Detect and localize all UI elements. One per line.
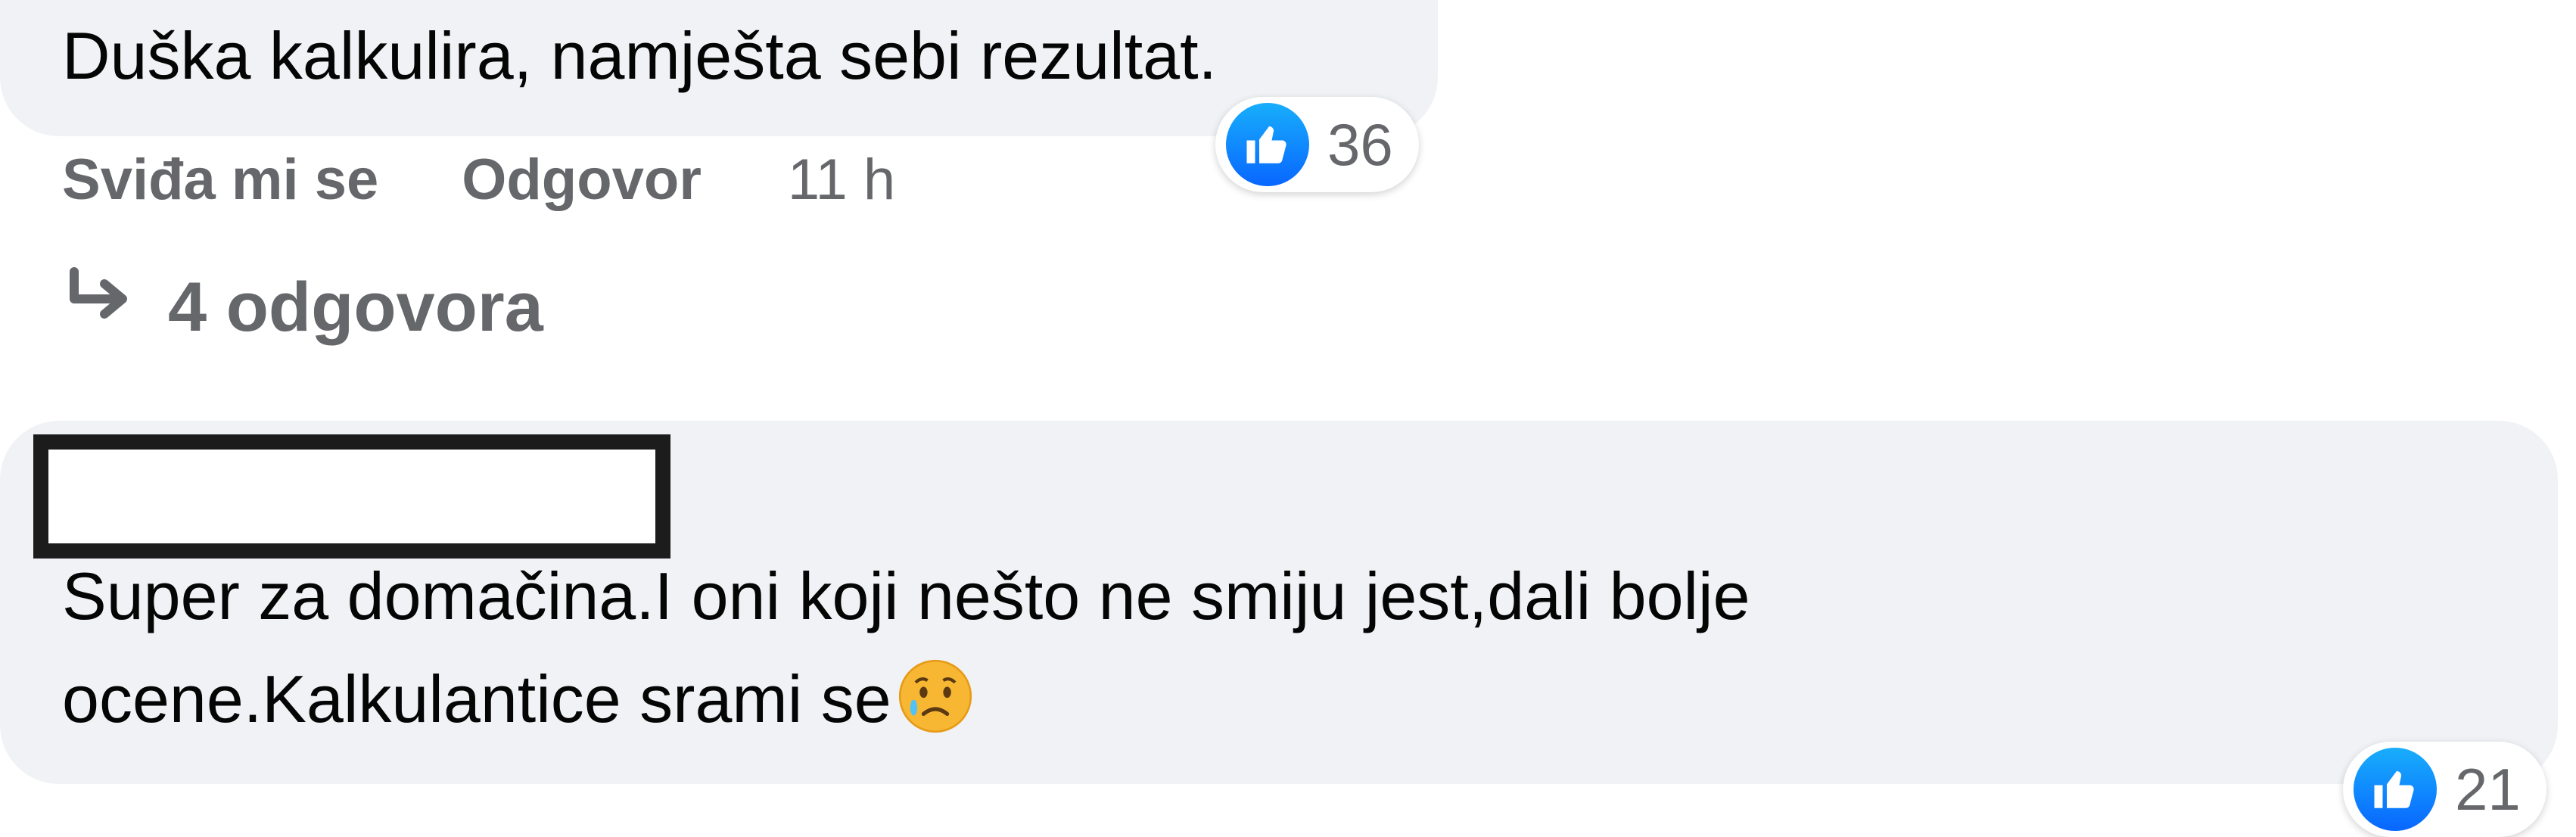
reply-button[interactable]: Odgovor [462, 147, 702, 213]
comment-text-line: Super za domačina.I oni koji nešto ne sm… [62, 559, 1750, 633]
replies-count-label: 4 odgovora [168, 268, 543, 346]
like-reaction-icon [2354, 748, 2437, 831]
reaction-count: 36 [1327, 110, 1393, 178]
like-reaction-icon [1226, 103, 1309, 186]
comment-timestamp[interactable]: 11 h [788, 147, 895, 213]
reaction-summary[interactable]: 36 [1215, 97, 1419, 192]
view-replies-button[interactable]: 4 odgovora [62, 265, 543, 350]
reaction-count: 21 [2455, 755, 2521, 823]
comment-text-fragment: ocene.Kalkulantice srami se [62, 661, 891, 736]
comment-text: Duška kalkulira, namješta sebi rezultat. [62, 18, 1217, 93]
comment-text-line: ocene.Kalkulantice srami se [62, 648, 975, 751]
comment-actions: Sviđa mi se Odgovor 11 h [62, 147, 895, 213]
redacted-author-name [33, 434, 670, 559]
like-button[interactable]: Sviđa mi se [62, 147, 378, 213]
reply-arrow-icon [62, 265, 138, 350]
sad-face-emoji-icon [896, 657, 975, 736]
reaction-summary[interactable]: 21 [2343, 742, 2546, 837]
